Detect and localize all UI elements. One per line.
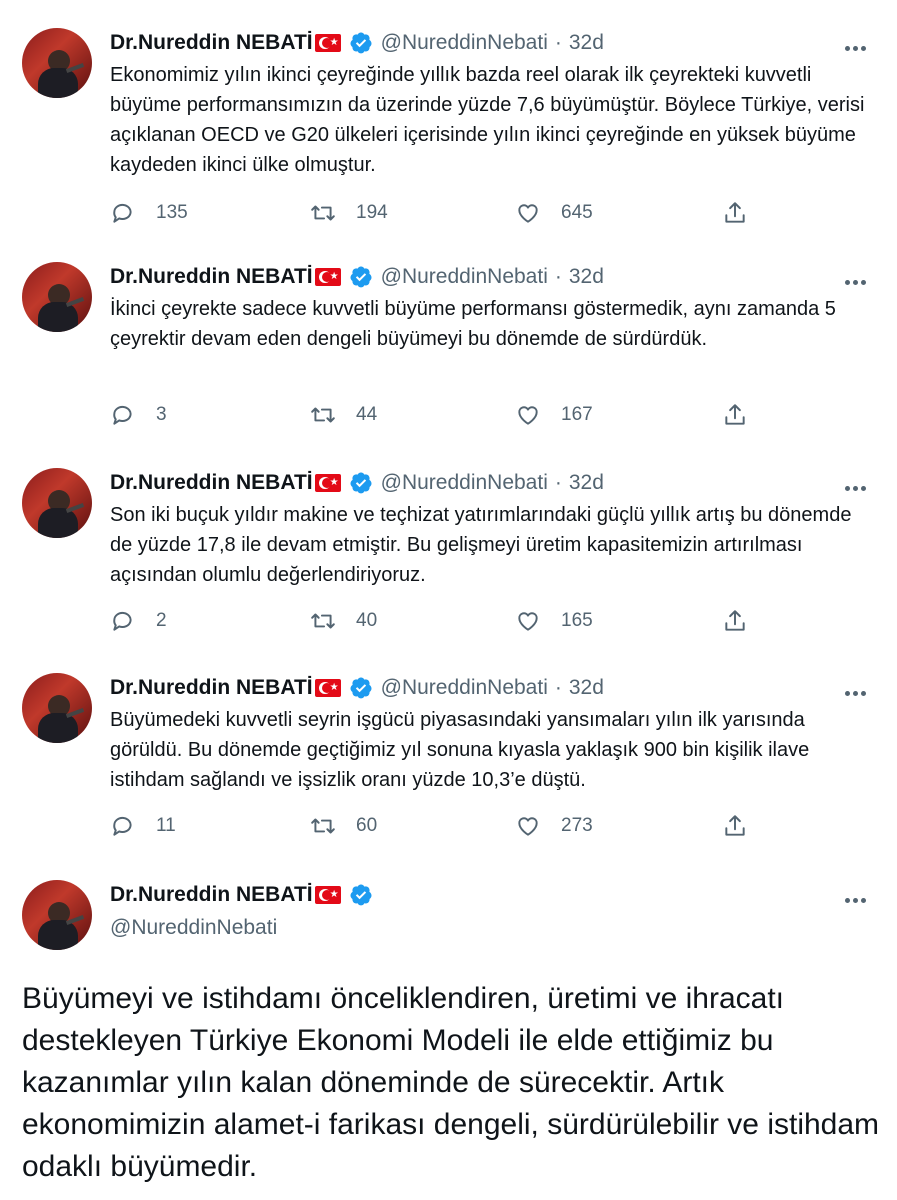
share-button[interactable] bbox=[722, 608, 748, 634]
more-options-icon[interactable] bbox=[845, 272, 869, 285]
author-handle[interactable]: @NureddinNebati bbox=[381, 31, 548, 55]
reply-icon bbox=[113, 406, 132, 425]
avatar[interactable] bbox=[22, 262, 92, 332]
author-name[interactable]: Dr.Nureddin NEBATİ bbox=[110, 471, 313, 495]
retweet-button[interactable]: 60 bbox=[310, 813, 377, 839]
author-handle[interactable]: @NureddinNebati bbox=[110, 916, 373, 940]
share-icon bbox=[725, 404, 745, 425]
more-options-icon[interactable] bbox=[845, 683, 869, 696]
avatar[interactable] bbox=[22, 468, 92, 538]
retweet-count: 60 bbox=[356, 815, 378, 836]
reply-button[interactable]: 3 bbox=[110, 402, 167, 428]
like-count: 273 bbox=[561, 815, 593, 836]
heart-icon bbox=[518, 204, 538, 223]
like-count: 165 bbox=[561, 610, 593, 631]
reply-count: 2 bbox=[156, 610, 167, 631]
author-handle[interactable]: @NureddinNebati bbox=[381, 265, 548, 289]
separator-dot: · bbox=[554, 31, 562, 54]
separator-dot: · bbox=[554, 471, 562, 494]
author-name[interactable]: Dr.Nureddin NEBATİ bbox=[110, 31, 313, 55]
like-button[interactable]: 273 bbox=[515, 813, 593, 839]
more-options-icon[interactable] bbox=[845, 38, 869, 51]
turkey-flag-icon: ★ bbox=[314, 268, 341, 286]
like-count: 167 bbox=[561, 404, 593, 425]
tweet-actions: 135 194 645 bbox=[110, 200, 770, 228]
reply-icon bbox=[113, 817, 132, 836]
author-handle[interactable]: @NureddinNebati bbox=[381, 471, 548, 495]
tweet-time[interactable]: 32d bbox=[569, 265, 604, 289]
avatar[interactable] bbox=[22, 673, 92, 743]
more-options-icon[interactable] bbox=[845, 890, 869, 903]
retweet-icon bbox=[311, 205, 335, 221]
tweet-text: Büyümedeki kuvvetli seyrin işgücü piyasa… bbox=[110, 709, 810, 791]
tweet-actions: 3 44 167 bbox=[110, 402, 770, 430]
retweet-button[interactable]: 194 bbox=[310, 200, 388, 226]
retweet-button[interactable]: 40 bbox=[310, 608, 377, 634]
verified-badge-icon bbox=[350, 32, 372, 54]
heart-icon bbox=[518, 612, 538, 631]
tweet-actions: 11 60 273 bbox=[110, 813, 770, 841]
tweet-text: Son iki buçuk yıldır makine ve teçhizat … bbox=[110, 504, 852, 586]
more-options-icon[interactable] bbox=[845, 478, 869, 491]
turkey-flag-icon: ★ bbox=[314, 679, 341, 697]
reply-button[interactable]: 135 bbox=[110, 200, 188, 226]
author-name[interactable]: Dr.Nureddin NEBATİ bbox=[110, 883, 313, 907]
heart-icon bbox=[518, 406, 538, 425]
turkey-flag-icon: ★ bbox=[314, 34, 341, 52]
avatar[interactable] bbox=[22, 28, 92, 98]
tweet-header: Dr.Nureddin NEBATİ ★ @NureddinNebati bbox=[110, 882, 373, 940]
like-button[interactable]: 165 bbox=[515, 608, 593, 634]
reply-count: 11 bbox=[156, 815, 176, 836]
tweet-text: İkinci çeyrekte sadece kuvvetli büyüme p… bbox=[110, 298, 836, 350]
turkey-flag-icon: ★ bbox=[314, 886, 341, 904]
turkey-flag-icon: ★ bbox=[314, 474, 341, 492]
retweet-icon bbox=[311, 613, 335, 629]
reply-count: 3 bbox=[156, 404, 167, 425]
like-button[interactable]: 645 bbox=[515, 200, 593, 226]
retweet-icon bbox=[311, 407, 335, 423]
retweet-button[interactable]: 44 bbox=[310, 402, 377, 428]
share-button[interactable] bbox=[722, 402, 748, 428]
verified-badge-icon bbox=[350, 266, 372, 288]
tweet-time[interactable]: 32d bbox=[569, 471, 604, 495]
verified-badge-icon bbox=[350, 677, 372, 699]
avatar[interactable] bbox=[22, 880, 92, 950]
tweet-header: Dr.Nureddin NEBATİ ★ @NureddinNebati · 3… bbox=[110, 264, 604, 290]
tweet-time[interactable]: 32d bbox=[569, 676, 604, 700]
share-button[interactable] bbox=[722, 200, 748, 226]
tweet-header: Dr.Nureddin NEBATİ ★ @NureddinNebati · 3… bbox=[110, 675, 604, 701]
share-icon bbox=[725, 815, 745, 836]
author-name[interactable]: Dr.Nureddin NEBATİ bbox=[110, 265, 313, 289]
share-button[interactable] bbox=[722, 813, 748, 839]
separator-dot: · bbox=[554, 265, 562, 288]
tweet-time[interactable]: 32d bbox=[569, 31, 604, 55]
retweet-icon bbox=[311, 818, 335, 834]
main-tweet-text: Büyümeyi ve istihdamı önceliklendiren, ü… bbox=[22, 982, 880, 1183]
tweet-header: Dr.Nureddin NEBATİ ★ @NureddinNebati · 3… bbox=[110, 470, 604, 496]
tweet-text: Ekonomimiz yılın ikinci çeyreğinde yıllı… bbox=[110, 64, 865, 176]
verified-badge-icon bbox=[350, 472, 372, 494]
retweet-count: 44 bbox=[356, 404, 378, 425]
retweet-count: 194 bbox=[356, 202, 388, 223]
reply-count: 135 bbox=[156, 202, 188, 223]
tweet-header: Dr.Nureddin NEBATİ ★ @NureddinNebati · 3… bbox=[110, 30, 604, 56]
reply-icon bbox=[113, 612, 132, 631]
reply-button[interactable]: 2 bbox=[110, 608, 167, 634]
author-handle[interactable]: @NureddinNebati bbox=[381, 676, 548, 700]
tweet-actions: 2 40 165 bbox=[110, 608, 770, 636]
share-icon bbox=[725, 202, 745, 223]
like-count: 645 bbox=[561, 202, 593, 223]
separator-dot: · bbox=[554, 676, 562, 699]
reply-button[interactable]: 11 bbox=[110, 813, 176, 839]
reply-icon bbox=[113, 204, 132, 223]
retweet-count: 40 bbox=[356, 610, 378, 631]
author-name[interactable]: Dr.Nureddin NEBATİ bbox=[110, 676, 313, 700]
like-button[interactable]: 167 bbox=[515, 402, 593, 428]
heart-icon bbox=[518, 817, 538, 836]
share-icon bbox=[725, 610, 745, 631]
verified-badge-icon bbox=[350, 884, 372, 906]
